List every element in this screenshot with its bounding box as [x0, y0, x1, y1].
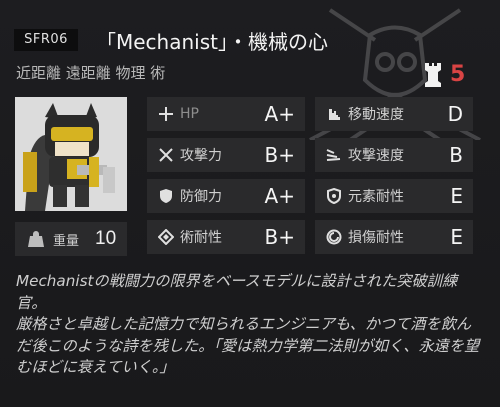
stat-element-resist: 元素耐性 E — [315, 179, 473, 213]
stat-move-speed: 移動速度 D — [315, 97, 473, 131]
stat-grade: A+ — [264, 184, 295, 208]
element-shield-icon — [327, 188, 341, 204]
stat-hp: HP A+ — [147, 97, 305, 131]
plus-icon — [159, 107, 173, 121]
swirl-icon — [326, 229, 342, 245]
rank-value: 5 — [450, 61, 466, 87]
stat-label: 元素耐性 — [348, 189, 404, 205]
stat-grade: B — [449, 143, 463, 167]
description-paragraph: Mechanistの戦闘力の限界をベースモデルに設計された突破訓練官。 — [16, 272, 458, 312]
speed-lines-icon — [326, 149, 341, 161]
chess-rook-icon — [425, 63, 441, 87]
character-title: 「Mechanist」・機械の心 — [96, 30, 328, 54]
weight-panel: 重量 10 — [15, 222, 127, 256]
stat-grade: B+ — [264, 143, 295, 167]
rank-badge: 5 — [422, 60, 482, 88]
stat-label: 攻撃速度 — [348, 148, 404, 164]
weight-value: 10 — [95, 228, 117, 249]
stat-label: 術耐性 — [180, 230, 222, 246]
stat-grade: E — [450, 225, 463, 249]
mechanist-avatar-icon — [15, 97, 127, 211]
stat-grade: B+ — [264, 225, 295, 249]
stat-attack-speed: 攻撃速度 B — [315, 138, 473, 172]
boot-icon — [329, 109, 340, 120]
character-portrait — [15, 97, 127, 211]
stat-attack: 攻撃力 B+ — [147, 138, 305, 172]
diamond-ring-icon — [158, 229, 174, 245]
weight-label: 重量 — [53, 233, 80, 249]
stat-arts-resist: 術耐性 B+ — [147, 220, 305, 254]
stat-defense: 防御力 A+ — [147, 179, 305, 213]
crossed-swords-icon — [159, 148, 173, 162]
stat-label: HP — [180, 106, 199, 122]
stat-grade: D — [447, 102, 463, 126]
description-paragraph: 厳格さと卓越した記憶力で知られるエンジニアも、かつて酒を飲んだ後このような詩を残… — [16, 315, 480, 376]
stat-grade: A+ — [264, 102, 295, 126]
character-description: Mechanistの戦闘力の限界をベースモデルに設計された突破訓練官。 厳格さと… — [16, 271, 486, 379]
stat-grade: E — [450, 184, 463, 208]
stat-label: 防御力 — [180, 189, 222, 205]
stat-label: 損傷耐性 — [348, 230, 404, 246]
stat-label: 移動速度 — [348, 107, 404, 123]
stat-label: 攻撃力 — [180, 148, 222, 164]
shield-icon — [160, 189, 172, 203]
character-role-tags: 近距離 遠距離 物理 術 — [16, 64, 166, 82]
stat-damage-resist: 損傷耐性 E — [315, 220, 473, 254]
character-id-tag: SFR06 — [14, 29, 78, 51]
weight-icon — [28, 231, 44, 247]
